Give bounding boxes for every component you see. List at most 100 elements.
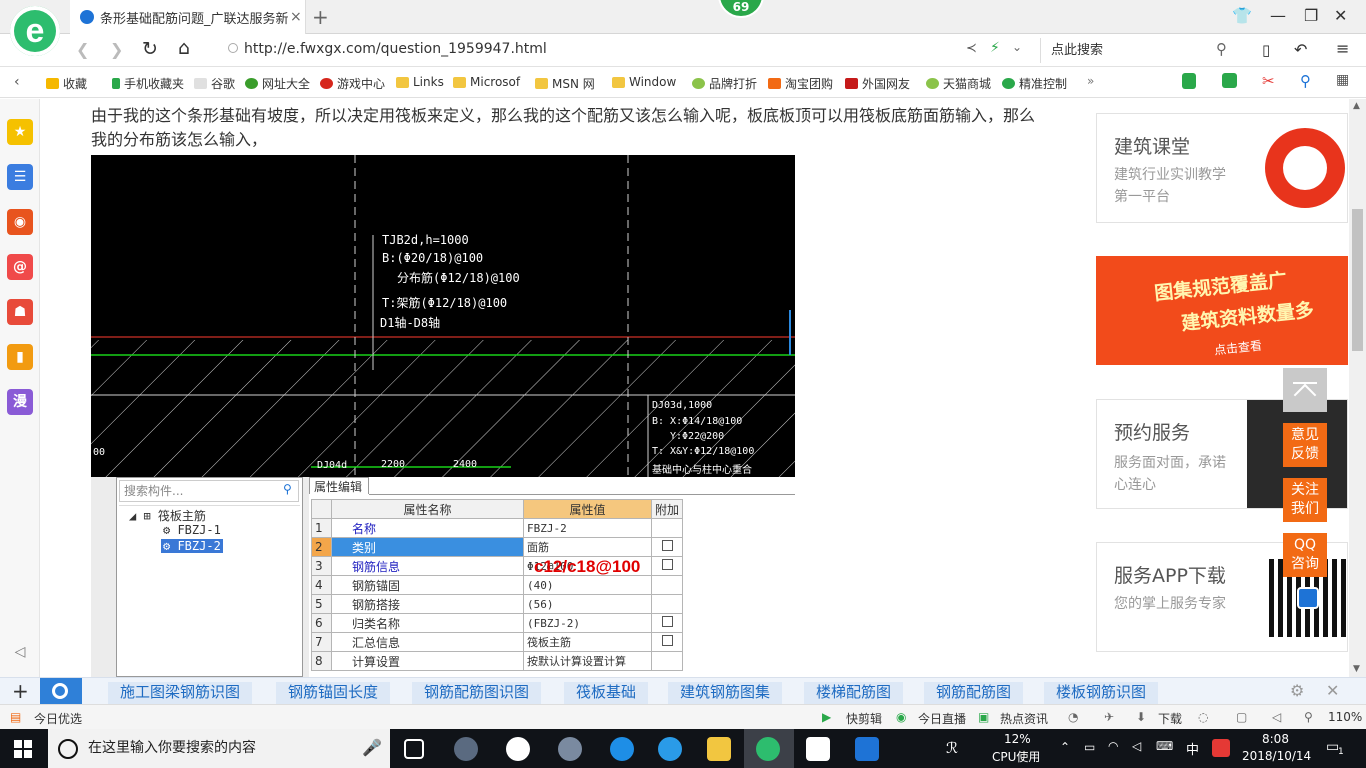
sogou-icon[interactable] (1212, 739, 1230, 757)
related-link[interactable]: 施工图梁钢筋识图 (108, 682, 253, 704)
clock-time[interactable]: 8:08 (1262, 732, 1289, 746)
translate-icon[interactable] (1222, 73, 1237, 88)
related-link[interactable]: 筏板基础 (564, 682, 649, 704)
people-icon[interactable]: ℛ (946, 739, 958, 757)
weibo-icon[interactable]: ◉ (7, 209, 33, 235)
keyboard-icon[interactable]: ⌨ (1156, 739, 1173, 753)
related-link[interactable]: 钢筋锚固长度 (276, 682, 391, 704)
bookmark-msn[interactable]: MSN 网 (535, 75, 595, 92)
back-icon[interactable]: ❮ (76, 40, 89, 59)
maximize-button[interactable]: ❐ (1304, 6, 1318, 25)
status-item[interactable]: 快剪辑 (846, 710, 882, 727)
browser-logo[interactable]: e (10, 6, 60, 56)
battery-icon[interactable]: ▭ (1084, 740, 1095, 754)
status-item[interactable]: 热点资讯 (1000, 710, 1048, 727)
collapse-icon[interactable]: ◁ (7, 639, 33, 665)
mail-icon[interactable]: @ (7, 254, 33, 280)
bookmark-brand[interactable]: 品牌打折 (692, 75, 757, 92)
refresh-icon[interactable]: ↻ (142, 38, 158, 60)
guanglianda-app-icon[interactable] (855, 737, 879, 761)
fan-app-icon[interactable] (454, 737, 478, 761)
microphone-icon[interactable]: 🎤 (362, 738, 382, 757)
news-icon[interactable]: ☰ (7, 164, 33, 190)
chevron-up-icon[interactable]: ⌃ (1060, 740, 1070, 754)
follow-us-button[interactable]: 关注我们 (1283, 478, 1327, 522)
pin-icon[interactable]: ✈ (1104, 710, 1114, 724)
chevron-down-icon[interactable]: ⌄ (1012, 40, 1022, 54)
phone-icon[interactable]: ▯ (1262, 41, 1270, 59)
app-icon[interactable] (558, 737, 582, 761)
360-browser-icon[interactable] (756, 737, 780, 761)
share-icon[interactable]: ≺ (966, 41, 977, 56)
favorites-star-icon[interactable]: ★ (7, 119, 33, 145)
task-view-icon[interactable] (404, 739, 424, 759)
related-link[interactable]: 楼板钢筋识图 (1044, 682, 1159, 704)
back-to-top-button[interactable] (1283, 368, 1327, 412)
bookmark-games[interactable]: 游戏中心 (320, 75, 385, 92)
browser-tab-active[interactable]: 条形基础配筋问题_广联达服务新 × (70, 0, 306, 34)
shield-icon[interactable] (1182, 73, 1196, 89)
close-window-button[interactable]: ✕ (1334, 6, 1347, 25)
close-icon[interactable]: ✕ (1326, 681, 1339, 700)
tab-close-icon[interactable]: × (290, 9, 302, 25)
ad-card-classroom[interactable]: 建筑课堂 建筑行业实训教学第一平台 (1096, 113, 1348, 223)
related-link[interactable]: 建筑钢筋图集 (668, 682, 783, 704)
grid-icon[interactable]: ▦ (1336, 72, 1349, 88)
search-icon[interactable]: ⚲ (1300, 72, 1311, 90)
settings-icon[interactable]: ⚙ (1290, 681, 1304, 700)
ime-indicator[interactable]: 中 (1186, 739, 1199, 758)
status-left[interactable]: 今日优选 (34, 710, 82, 727)
forward-icon[interactable]: ❯ (110, 40, 123, 59)
related-link[interactable]: 钢筋配筋图 (924, 682, 1024, 704)
feedback-button[interactable]: 意见反馈 (1283, 423, 1327, 467)
minimize-button[interactable]: — (1270, 6, 1286, 25)
scissors-icon[interactable]: ✂ (1262, 72, 1275, 90)
windows-start-icon[interactable] (14, 740, 32, 758)
home-icon[interactable]: ⌂ (178, 37, 190, 59)
browser-e-icon[interactable] (506, 737, 530, 761)
related-link[interactable]: 钢筋配筋图识图 (412, 682, 542, 704)
bookmark-precise[interactable]: 精准控制 (1002, 75, 1067, 92)
status-item[interactable]: 下载 (1158, 710, 1182, 727)
file-explorer-icon[interactable] (707, 737, 731, 761)
undo-icon[interactable]: ↶ (1294, 40, 1307, 59)
bookmark-links[interactable]: Links (396, 75, 444, 89)
clean-icon[interactable]: ◌ (1198, 710, 1208, 724)
menu-icon[interactable]: ≡ (1336, 39, 1349, 58)
volume-icon[interactable]: ◁ (1132, 739, 1141, 753)
scrollbar-thumb[interactable] (1352, 209, 1363, 351)
clock-date[interactable]: 2018/10/14 (1242, 749, 1311, 763)
game-icon[interactable]: ☗ (7, 299, 33, 325)
zoom-level[interactable]: 110% (1328, 710, 1362, 724)
lightning-icon[interactable]: ⚡ (990, 40, 1000, 56)
more-icon[interactable]: » (1087, 74, 1094, 88)
mail-app-icon[interactable] (806, 737, 830, 761)
qq-consult-button[interactable]: QQ咨询 (1283, 533, 1327, 577)
speaker-icon[interactable]: ◁ (1272, 710, 1281, 724)
edge-icon[interactable] (610, 737, 634, 761)
bookmark-google[interactable]: 谷歌 (194, 75, 235, 92)
bookmark-foreign[interactable]: 外国网友 (845, 75, 910, 92)
wifi-icon[interactable]: ◠ (1108, 739, 1118, 753)
speed-icon[interactable]: ◔ (1068, 710, 1078, 724)
bookmark-taobao[interactable]: 淘宝团购 (768, 75, 833, 92)
shirt-icon[interactable]: 👕 (1232, 6, 1252, 25)
window-icon[interactable]: ▢ (1236, 710, 1247, 724)
promo-banner[interactable]: 图集规范覆盖广 建筑资料数量多 点击查看 (1096, 256, 1348, 365)
add-icon[interactable]: + (12, 679, 29, 703)
bookmark-mobile[interactable]: 手机收藏夹 (112, 75, 184, 92)
search-icon[interactable]: ⚲ (1216, 40, 1227, 58)
new-tab-button[interactable]: + (312, 5, 329, 29)
bookmark-tmall[interactable]: 天猫商城 (926, 75, 991, 92)
status-item[interactable]: 今日直播 (918, 710, 966, 727)
url-field[interactable]: http://e.fwxgx.com/question_1959947.html (228, 41, 547, 57)
bookmark-favorites[interactable]: 收藏 (46, 75, 87, 92)
scrollbar[interactable]: ▲ ▼ (1349, 99, 1366, 677)
comic-icon[interactable]: 漫 (7, 389, 33, 415)
search-input[interactable]: 点此搜索 (1040, 38, 1240, 63)
notification-badge[interactable]: 69 (718, 0, 764, 18)
related-link[interactable]: 楼梯配筋图 (804, 682, 904, 704)
bookmark-windows[interactable]: Window (612, 75, 676, 89)
bookmark-microsoft[interactable]: Microsof (453, 75, 520, 89)
ie-icon[interactable] (658, 737, 682, 761)
